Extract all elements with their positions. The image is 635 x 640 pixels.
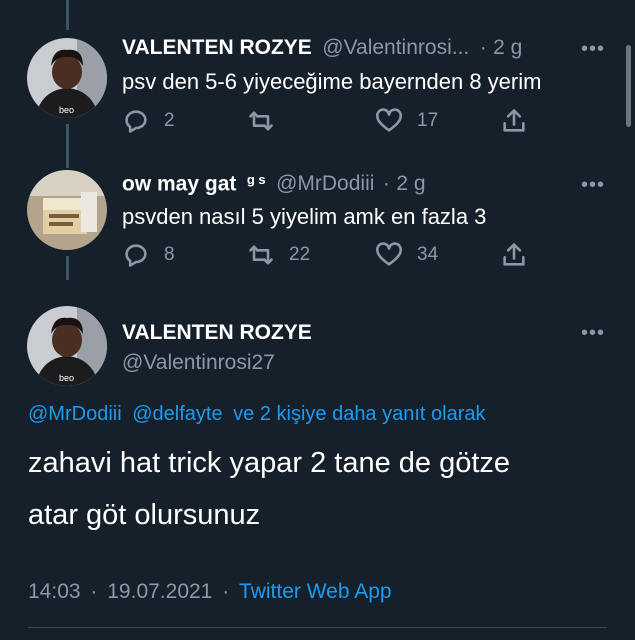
timestamp[interactable]: 2 g <box>493 36 522 59</box>
like-count: 17 <box>417 110 439 131</box>
mention-link[interactable]: @delfayte <box>132 403 222 425</box>
share-icon <box>503 243 525 266</box>
scrollbar[interactable] <box>626 45 631 127</box>
avatar-photo-icon <box>27 170 107 250</box>
separator: · <box>382 172 390 196</box>
tweet-text-line-1: zahavi hat trick yapar 2 tane de götze <box>28 447 511 479</box>
thread-line-top <box>66 0 69 30</box>
tweet-metadata: 14:03 · 19.07.2021 · Twitter Web App <box>28 580 392 604</box>
avatar-photo-icon: beo <box>27 38 107 118</box>
like-count: 34 <box>417 244 439 265</box>
display-name[interactable]: VALENTEN ROZYE <box>122 36 312 59</box>
like-button[interactable]: 34 <box>375 241 438 269</box>
handle[interactable]: @MrDodiii <box>276 172 374 195</box>
like-button[interactable]: 17 <box>375 107 438 135</box>
separator: · <box>479 36 487 59</box>
svg-text:beo: beo <box>59 105 74 115</box>
heart-icon <box>376 242 402 266</box>
reply-icon <box>125 110 147 133</box>
share-icon <box>503 109 525 132</box>
separator: · <box>222 580 230 603</box>
display-name[interactable]: ow may gat <box>122 172 236 195</box>
reply-suffix[interactable]: ve 2 kişiye daha yanıt olarak <box>233 403 485 425</box>
timestamp[interactable]: 2 g <box>396 172 425 195</box>
retweet-icon <box>249 111 273 131</box>
tweet-header: VALENTEN ROZYE @Valentinrosi... · 2 g <box>122 36 522 60</box>
source-link[interactable]: Twitter Web App <box>239 580 392 603</box>
display-name[interactable]: VALENTEN ROZYE <box>122 321 312 345</box>
reply-button[interactable]: 2 <box>122 107 175 135</box>
share-button[interactable] <box>500 107 528 135</box>
avatar[interactable] <box>27 170 107 250</box>
tweet-date[interactable]: 19.07.2021 <box>107 580 212 603</box>
retweet-button[interactable]: 22 <box>247 241 310 269</box>
separator: · <box>90 580 98 603</box>
thread-line-2 <box>66 256 69 280</box>
svg-text:beo: beo <box>59 373 74 383</box>
retweet-count: 22 <box>289 244 311 265</box>
share-button[interactable] <box>500 241 528 269</box>
more-options-icon[interactable]: ••• <box>581 174 605 197</box>
mention-link[interactable]: @MrDodiii <box>28 403 122 425</box>
reply-count: 8 <box>164 244 175 265</box>
avatar[interactable]: beo <box>27 38 107 118</box>
reply-button[interactable]: 8 <box>122 241 175 269</box>
handle[interactable]: @Valentinrosi... <box>322 36 469 59</box>
retweet-icon <box>249 245 273 265</box>
reply-count: 2 <box>164 110 175 131</box>
retweet-button[interactable] <box>247 107 289 135</box>
tweet-text-line-2: atar göt olursunuz <box>28 499 261 531</box>
divider <box>28 627 607 628</box>
reply-icon <box>125 244 147 267</box>
tweet-text: psvden nasıl 5 yiyelim amk en fazla 3 <box>122 204 487 229</box>
reply-context: @MrDodiii @delfayte ve 2 kişiye daha yan… <box>28 403 486 426</box>
tweet-text: psv den 5-6 yiyeceğime bayernden 8 yerim <box>122 69 542 94</box>
avatar[interactable]: beo <box>27 306 107 386</box>
name-badge: g s <box>246 172 266 187</box>
more-options-icon[interactable]: ••• <box>581 38 605 61</box>
thread-line-1 <box>66 124 69 168</box>
handle[interactable]: @Valentinrosi27 <box>122 351 275 375</box>
avatar-photo-icon: beo <box>27 306 107 386</box>
heart-icon <box>376 108 402 132</box>
tweet-time[interactable]: 14:03 <box>28 580 81 603</box>
tweet-header: ow may gat g s @MrDodiii · 2 g <box>122 172 426 196</box>
more-options-icon[interactable]: ••• <box>581 322 605 345</box>
